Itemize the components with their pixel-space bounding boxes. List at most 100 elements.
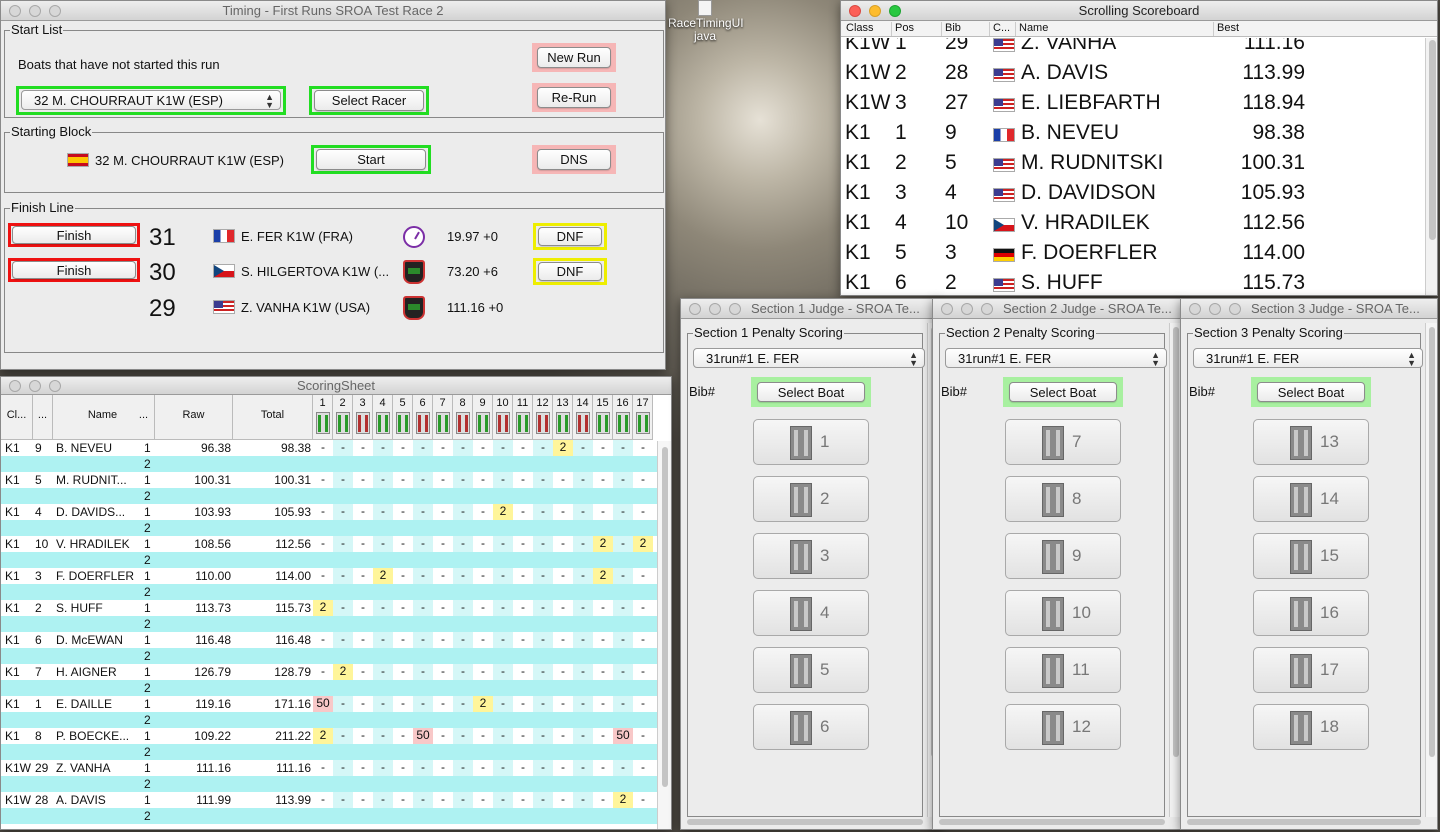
penalty-cell[interactable]: - <box>353 760 373 776</box>
penalty-cell[interactable]: - <box>453 632 473 648</box>
penalty-cell[interactable]: - <box>333 568 353 584</box>
boat-select[interactable]: 31run#1 E. FER ▲ ▼ <box>693 348 925 368</box>
penalty-cell[interactable]: - <box>373 504 393 520</box>
desktop-file-icon[interactable]: RaceTimingUI java <box>668 0 744 48</box>
penalty-cell[interactable]: - <box>633 632 653 648</box>
penalty-cell[interactable]: - <box>453 504 473 520</box>
penalty-cell[interactable]: - <box>313 664 333 680</box>
penalty-cell[interactable]: - <box>513 568 533 584</box>
penalty-cell[interactable]: - <box>433 600 453 616</box>
penalty-cell[interactable]: - <box>393 504 413 520</box>
penalty-cell[interactable]: - <box>333 504 353 520</box>
gate-button[interactable]: 15 <box>1253 533 1369 579</box>
penalty-cell[interactable]: - <box>613 472 633 488</box>
penalty-cell[interactable]: - <box>393 792 413 808</box>
penalty-cell[interactable]: - <box>413 664 433 680</box>
gate-column-header[interactable]: 2 <box>333 395 353 440</box>
minimize-button[interactable] <box>869 5 881 17</box>
penalty-cell[interactable]: 2 <box>613 792 633 808</box>
penalty-cell[interactable]: - <box>373 792 393 808</box>
penalty-cell[interactable]: - <box>573 792 593 808</box>
penalty-cell[interactable]: - <box>513 472 533 488</box>
penalty-cell[interactable]: - <box>393 472 413 488</box>
table-row[interactable]: K1 5 M. RUDNIT... 1 100.31 100.31- - - - - - - - - - - -… <box>1 472 657 488</box>
penalty-cell[interactable]: - <box>373 536 393 552</box>
penalty-cell[interactable]: - <box>333 728 353 744</box>
penalty-cell[interactable]: - <box>573 600 593 616</box>
penalty-cell[interactable]: - <box>313 440 333 456</box>
gate-column-header[interactable]: 10 <box>493 395 513 440</box>
select-boat-button[interactable]: Select Boat <box>757 382 865 402</box>
judge-titlebar[interactable]: Section 1 Judge - SROA Te... <box>681 299 939 319</box>
penalty-cell[interactable]: - <box>633 792 653 808</box>
penalty-cell[interactable]: - <box>633 696 653 712</box>
penalty-cell[interactable]: - <box>413 760 433 776</box>
penalty-cell[interactable]: - <box>313 760 333 776</box>
penalty-cell[interactable]: - <box>453 440 473 456</box>
penalty-cell[interactable]: 2 <box>313 728 333 744</box>
penalty-cell[interactable]: - <box>593 472 613 488</box>
penalty-cell[interactable]: - <box>413 568 433 584</box>
penalty-cell[interactable]: - <box>553 696 573 712</box>
gate-column-header[interactable]: 14 <box>573 395 593 440</box>
gate-button[interactable]: 11 <box>1005 647 1121 693</box>
finish-button[interactable]: Finish <box>12 226 136 244</box>
table-row[interactable]: K1 7 H. AIGNER 1 126.79 128.79-2- - - - - - - - - - - - -… <box>1 664 657 680</box>
table-row[interactable]: K1W 29 Z. VANHA 1 111.16 111.16- - - - - - - - - - - - - -… <box>1 760 657 776</box>
gate-button[interactable]: 8 <box>1005 476 1121 522</box>
penalty-cell[interactable]: - <box>353 440 373 456</box>
penalty-cell[interactable]: 2 <box>493 504 513 520</box>
penalty-cell[interactable]: - <box>593 504 613 520</box>
scoreboard-titlebar[interactable]: Scrolling Scoreboard <box>841 1 1437 21</box>
penalty-cell[interactable]: - <box>513 664 533 680</box>
penalty-cell[interactable]: - <box>533 536 553 552</box>
minimize-button[interactable] <box>709 303 721 315</box>
penalty-cell[interactable]: - <box>613 632 633 648</box>
penalty-cell[interactable]: - <box>633 568 653 584</box>
penalty-cell[interactable]: - <box>453 760 473 776</box>
penalty-cell[interactable]: - <box>373 440 393 456</box>
close-button[interactable] <box>9 380 21 392</box>
racer-select[interactable]: 32 M. CHOURRAUT K1W (ESP) ▲ ▼ <box>21 90 281 110</box>
gate-column-header[interactable]: 12 <box>533 395 553 440</box>
scroll-thumb[interactable] <box>1429 327 1435 757</box>
penalty-cell[interactable]: - <box>593 632 613 648</box>
penalty-cell[interactable]: - <box>313 504 333 520</box>
col-header-best[interactable]: Best <box>1213 22 1239 36</box>
penalty-cell[interactable]: - <box>373 696 393 712</box>
gate-button[interactable]: 3 <box>753 533 869 579</box>
penalty-cell[interactable]: - <box>593 664 613 680</box>
penalty-cell[interactable]: - <box>353 792 373 808</box>
gate-column-header[interactable]: 17 <box>633 395 653 440</box>
penalty-cell[interactable]: - <box>513 728 533 744</box>
penalty-cell[interactable]: - <box>473 504 493 520</box>
penalty-cell[interactable]: - <box>413 504 433 520</box>
penalty-cell[interactable]: - <box>553 504 573 520</box>
scroll-thumb[interactable] <box>1429 40 1436 240</box>
penalty-cell[interactable]: - <box>413 600 433 616</box>
dnf-button[interactable]: DNF <box>538 227 602 246</box>
penalty-cell[interactable]: - <box>533 664 553 680</box>
penalty-cell[interactable]: - <box>613 536 633 552</box>
penalty-cell[interactable]: - <box>613 600 633 616</box>
penalty-cell[interactable]: - <box>453 728 473 744</box>
gate-column-header[interactable]: 16 <box>613 395 633 440</box>
select-racer-button[interactable]: Select Racer <box>314 90 424 111</box>
table-row-run2[interactable]: 2 <box>1 584 657 600</box>
penalty-cell[interactable]: - <box>333 696 353 712</box>
penalty-cell[interactable]: - <box>333 600 353 616</box>
minimize-button[interactable] <box>29 5 41 17</box>
penalty-cell[interactable]: - <box>613 568 633 584</box>
gate-button[interactable]: 1 <box>753 419 869 465</box>
penalty-cell[interactable]: - <box>473 792 493 808</box>
penalty-cell[interactable]: - <box>393 600 413 616</box>
gate-column-header[interactable]: 5 <box>393 395 413 440</box>
penalty-cell[interactable]: - <box>593 440 613 456</box>
penalty-cell[interactable]: - <box>453 792 473 808</box>
penalty-cell[interactable]: - <box>473 568 493 584</box>
col-header[interactable]: ... <box>33 395 53 440</box>
penalty-cell[interactable]: - <box>413 472 433 488</box>
penalty-cell[interactable]: - <box>453 696 473 712</box>
judge-titlebar[interactable]: Section 2 Judge - SROA Te... <box>933 299 1181 319</box>
penalty-cell[interactable]: - <box>333 792 353 808</box>
